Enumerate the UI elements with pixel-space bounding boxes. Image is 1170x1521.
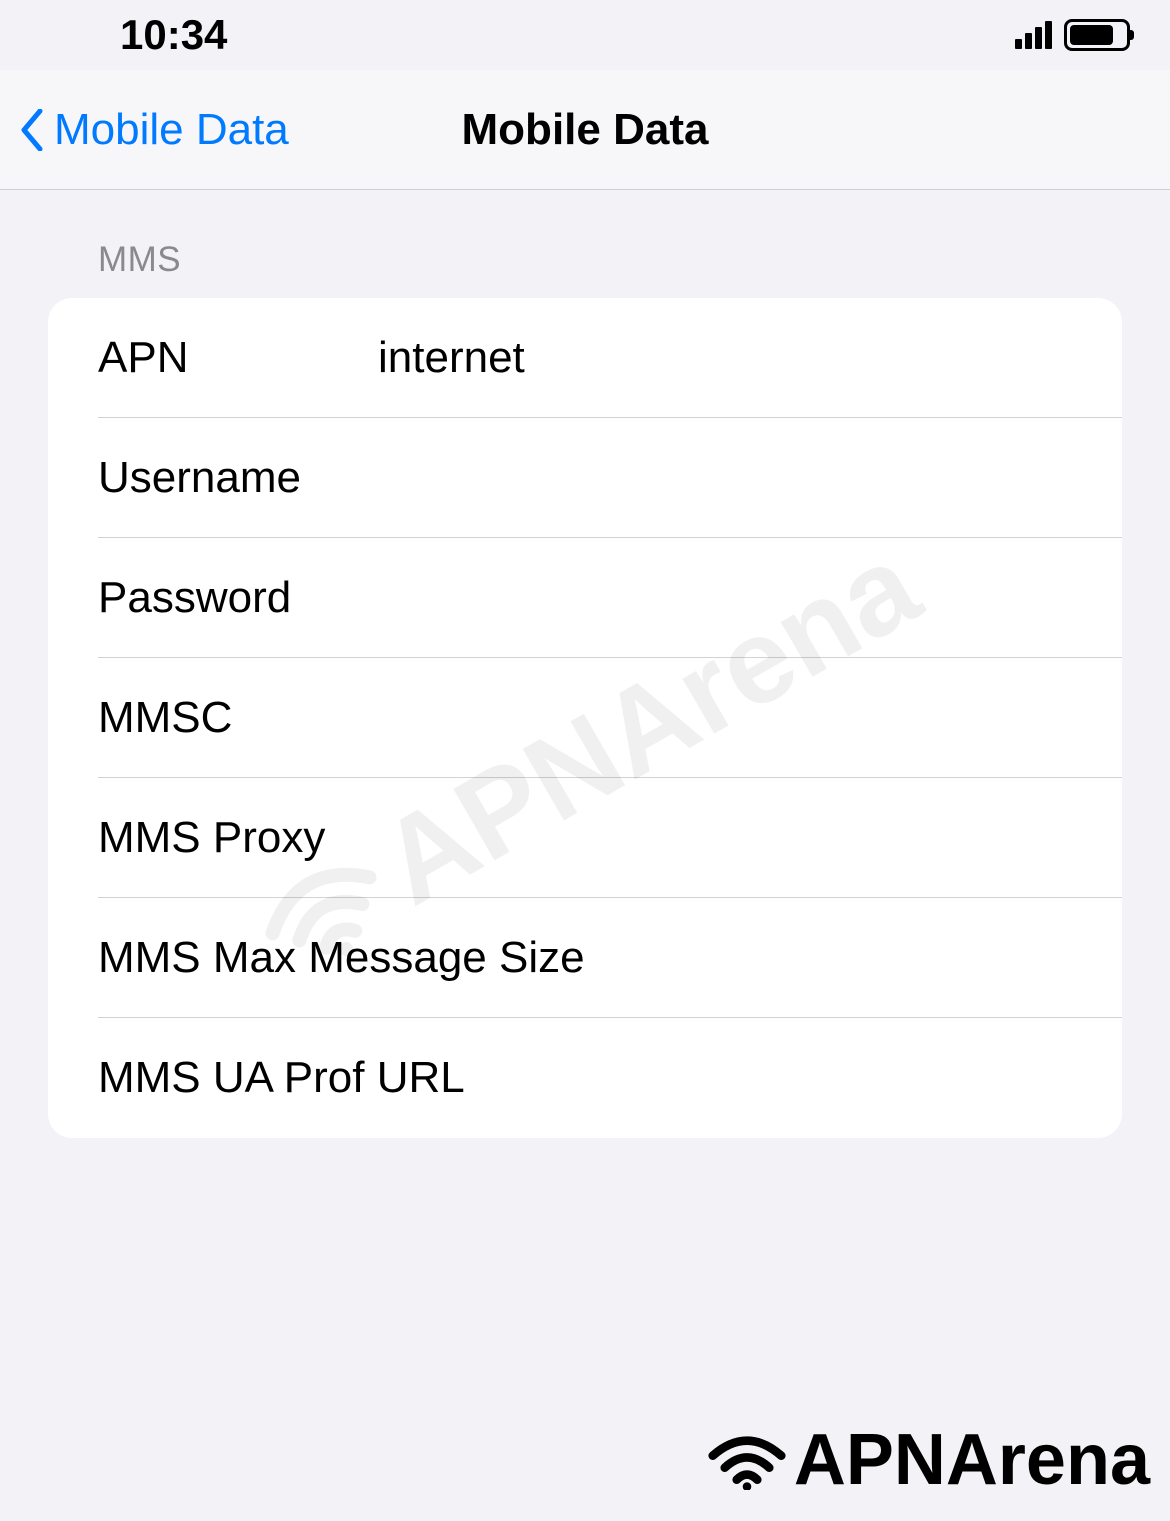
mms-max-size-row[interactable]: MMS Max Message Size	[48, 898, 1122, 1018]
apn-row[interactable]: APN	[48, 298, 1122, 418]
mmsc-row[interactable]: MMSC	[48, 658, 1122, 778]
content-area: MMS APN Username Password MMSC MMS Proxy…	[0, 190, 1170, 1138]
watermark-text: APNArena	[794, 1419, 1150, 1501]
status-bar: 10:34	[0, 0, 1170, 70]
mms-proxy-label: MMS Proxy	[98, 813, 325, 863]
username-input[interactable]	[378, 453, 1122, 503]
section-header-mms: MMS	[98, 240, 1122, 280]
mmsc-input[interactable]	[378, 693, 1122, 743]
password-row[interactable]: Password	[48, 538, 1122, 658]
mmsc-label: MMSC	[98, 693, 378, 743]
chevron-left-icon	[20, 109, 44, 151]
apn-input[interactable]	[378, 333, 1122, 383]
password-label: Password	[98, 573, 378, 623]
mms-proxy-input[interactable]	[325, 813, 1122, 863]
username-row[interactable]: Username	[48, 418, 1122, 538]
mms-ua-prof-row[interactable]: MMS UA Prof URL	[48, 1018, 1122, 1138]
password-input[interactable]	[378, 573, 1122, 623]
back-label: Mobile Data	[54, 105, 289, 155]
settings-group: APN Username Password MMSC MMS Proxy MMS…	[48, 298, 1122, 1138]
username-label: Username	[98, 453, 378, 503]
status-icons	[1015, 19, 1130, 51]
back-button[interactable]: Mobile Data	[0, 105, 289, 155]
battery-icon	[1064, 19, 1130, 51]
page-title: Mobile Data	[462, 105, 709, 155]
watermark-bottom: APNArena	[704, 1419, 1150, 1501]
wifi-icon	[704, 1430, 790, 1490]
mms-proxy-row[interactable]: MMS Proxy	[48, 778, 1122, 898]
mms-ua-prof-label: MMS UA Prof URL	[98, 1053, 1122, 1103]
cellular-signal-icon	[1015, 21, 1052, 49]
apn-label: APN	[98, 333, 378, 383]
navigation-bar: Mobile Data Mobile Data	[0, 70, 1170, 190]
status-time: 10:34	[120, 11, 227, 59]
mms-max-size-label: MMS Max Message Size	[98, 933, 1122, 983]
